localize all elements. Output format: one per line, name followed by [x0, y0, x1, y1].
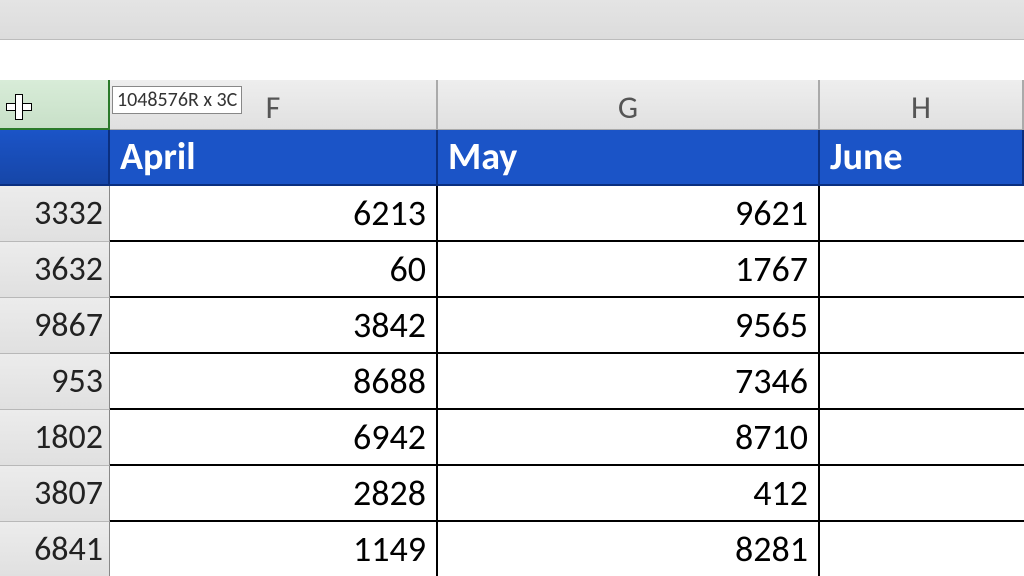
cell[interactable]: 8688 [110, 354, 438, 410]
cell[interactable] [820, 410, 1024, 466]
row-header[interactable]: 953 [0, 354, 110, 410]
row-header[interactable]: 1802 [0, 410, 110, 466]
cell[interactable]: 1149 [110, 522, 438, 576]
table-row: 3632 60 1767 [0, 242, 1024, 298]
cell[interactable] [820, 242, 1024, 298]
cell[interactable] [820, 298, 1024, 354]
table-header-row: April May June [0, 130, 1024, 186]
cell[interactable]: 7346 [438, 354, 820, 410]
cell[interactable] [820, 522, 1024, 576]
select-all-corner[interactable] [0, 80, 110, 130]
table-row: 953 8688 7346 [0, 354, 1024, 410]
row-header[interactable]: 3332 [0, 186, 110, 242]
cell[interactable]: 2828 [110, 466, 438, 522]
cell[interactable] [820, 466, 1024, 522]
table-row: 3807 2828 412 [0, 466, 1024, 522]
column-headers-row: F G H 1048576R x 3C [0, 80, 1024, 130]
selection-cursor-icon [6, 94, 30, 118]
row-header[interactable]: 3807 [0, 466, 110, 522]
table-row: 6841 1149 8281 [0, 522, 1024, 576]
row-header[interactable]: 3632 [0, 242, 110, 298]
table-row: 1802 6942 8710 [0, 410, 1024, 466]
header-cell-may[interactable]: May [438, 130, 820, 186]
header-cell-april[interactable]: April [110, 130, 438, 186]
ribbon-stub [0, 0, 1024, 40]
cell[interactable]: 3842 [110, 298, 438, 354]
row-header-blank[interactable] [0, 130, 110, 186]
cell[interactable]: 6942 [110, 410, 438, 466]
spreadsheet-grid: F G H 1048576R x 3C April May June 3332 … [0, 80, 1024, 576]
cell[interactable]: 8710 [438, 410, 820, 466]
cell[interactable]: 9565 [438, 298, 820, 354]
cell[interactable] [820, 186, 1024, 242]
cell[interactable]: 1767 [438, 242, 820, 298]
row-header[interactable]: 9867 [0, 298, 110, 354]
data-rows: April May June 3332 6213 9621 3632 60 17… [0, 130, 1024, 576]
cell[interactable]: 8281 [438, 522, 820, 576]
column-header-H[interactable]: H [820, 80, 1024, 130]
cell[interactable]: 60 [110, 242, 438, 298]
cell[interactable] [820, 354, 1024, 410]
selection-size-tooltip: 1048576R x 3C [112, 86, 242, 114]
table-row: 9867 3842 9565 [0, 298, 1024, 354]
header-cell-june[interactable]: June [820, 130, 1024, 186]
cell[interactable]: 6213 [110, 186, 438, 242]
table-row: 3332 6213 9621 [0, 186, 1024, 242]
column-header-G[interactable]: G [438, 80, 820, 130]
cell[interactable]: 9621 [438, 186, 820, 242]
formula-bar-stub [0, 40, 1024, 80]
cell[interactable]: 412 [438, 466, 820, 522]
row-header[interactable]: 6841 [0, 522, 110, 576]
